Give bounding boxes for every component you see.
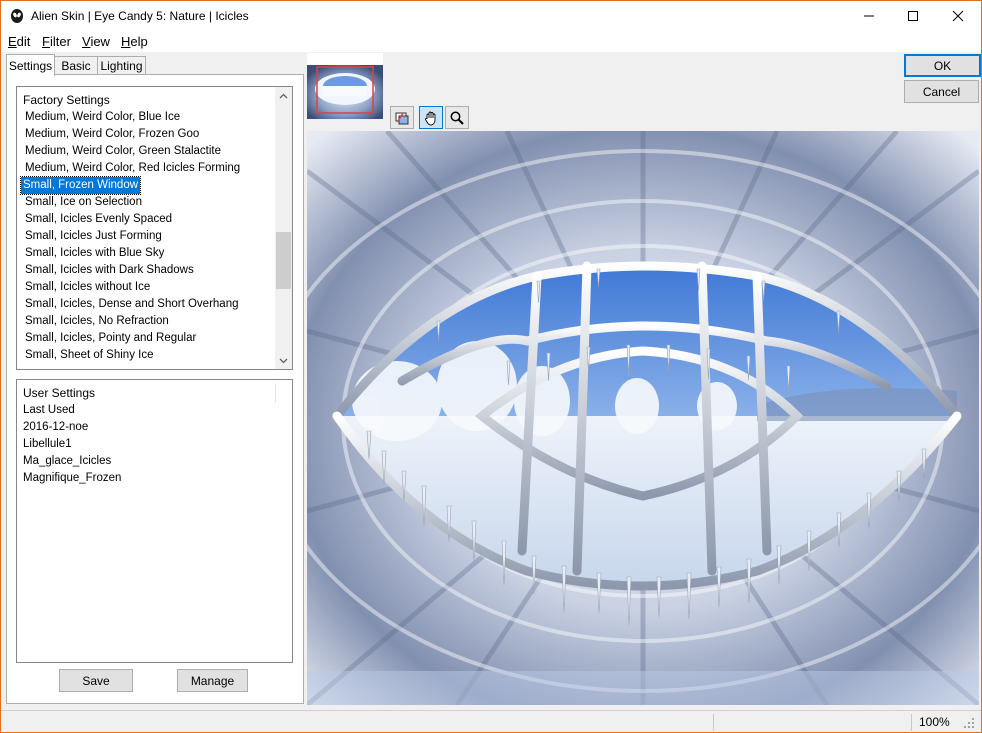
menu-filter[interactable]: Filter	[42, 34, 71, 49]
app-window: Alien Skin | Eye Candy 5: Nature | Icicl…	[0, 0, 982, 733]
factory-setting-item[interactable]: Small, Icicles Evenly Spaced	[21, 211, 244, 228]
factory-setting-label: Small, Icicles Just Forming	[25, 230, 162, 242]
settings-tab-content: Factory Settings Medium, Weird Color, Bl…	[6, 74, 304, 704]
scroll-up-icon[interactable]	[275, 87, 292, 104]
factory-setting-label: Small, Icicles Evenly Spaced	[25, 213, 173, 225]
factory-setting-label: Small, Icicles, Pointy and Regular	[25, 332, 197, 344]
factory-setting-label: Small, Icicles, Dense and Short Overhang	[25, 298, 239, 310]
menu-view-label: iew	[90, 34, 110, 49]
factory-setting-item[interactable]: Small, Sheet of Shiny Ice	[21, 347, 244, 364]
navigator-thumbnail[interactable]	[307, 53, 383, 119]
factory-setting-item[interactable]: Small, Ice on Selection	[21, 194, 244, 211]
status-divider	[713, 714, 714, 731]
factory-setting-item[interactable]: Medium, Weird Color, Blue Ice	[21, 109, 244, 126]
factory-settings-items: Medium, Weird Color, Blue Ice Medium, Wei…	[19, 109, 244, 364]
tab-basic[interactable]: Basic	[54, 56, 98, 75]
cancel-button[interactable]: Cancel	[904, 80, 979, 103]
preview-canvas[interactable]	[307, 131, 979, 705]
resize-grip-icon[interactable]	[963, 717, 975, 729]
user-setting-item[interactable]: Ma_glace_Icicles	[21, 453, 123, 470]
user-setting-item[interactable]: Magnifique_Frozen	[21, 470, 123, 487]
icicles-preview-image	[307, 131, 979, 705]
factory-setting-label: Small, Icicles, No Refraction	[25, 315, 169, 327]
user-settings-list[interactable]: User Settings Last Used 2016-12-noe Libell…	[16, 379, 293, 663]
user-settings-items: Last Used 2016-12-noe Libellule1 Ma_glace_I…	[21, 402, 123, 487]
zoom-level: 100%	[919, 715, 950, 729]
user-setting-item[interactable]: Libellule1	[21, 436, 123, 453]
manage-button[interactable]: Manage	[177, 669, 248, 692]
header-divider	[275, 383, 276, 403]
menu-bar: Edit Filter View Help	[1, 31, 981, 52]
title-bar: Alien Skin | Eye Candy 5: Nature | Icicl…	[1, 1, 981, 31]
close-icon	[952, 10, 963, 22]
factory-scrollbar[interactable]	[275, 87, 292, 369]
menu-edit-label: dit	[16, 34, 31, 49]
hand-pan-icon	[425, 111, 436, 125]
user-setting-item[interactable]: Last Used	[21, 402, 123, 419]
zoom-tool-button[interactable]	[445, 106, 469, 129]
magnifier-icon	[450, 111, 464, 125]
factory-setting-item[interactable]: Small, Icicles without Ice	[21, 279, 244, 296]
tab-settings[interactable]: Settings	[6, 54, 55, 76]
alien-skin-logo-icon	[11, 9, 23, 23]
menu-filter-label: ilter	[49, 34, 71, 49]
factory-setting-item[interactable]: Small, Icicles with Blue Sky	[21, 245, 244, 262]
minimize-icon	[863, 15, 874, 17]
scroll-thumb[interactable]	[276, 232, 291, 289]
factory-setting-item[interactable]: Medium, Weird Color, Frozen Goo	[21, 126, 244, 143]
factory-setting-item[interactable]: Small, Icicles with Dark Shadows	[21, 262, 244, 279]
factory-setting-item[interactable]: Small, Icicles, No Refraction	[21, 313, 244, 330]
menu-help[interactable]: Help	[121, 34, 148, 49]
menu-edit[interactable]: Edit	[8, 34, 30, 49]
ok-button[interactable]: OK	[904, 54, 981, 77]
navigator-icon	[395, 112, 409, 124]
menu-help-label: elp	[130, 34, 148, 49]
factory-settings-list[interactable]: Factory Settings Medium, Weird Color, Bl…	[16, 86, 293, 370]
user-settings-header: User Settings	[23, 386, 96, 400]
menu-view[interactable]: View	[82, 34, 110, 49]
status-divider	[911, 714, 912, 731]
menu-help-accesskey: H	[121, 34, 131, 49]
factory-setting-label: Small, Frozen Window	[19, 176, 142, 195]
factory-setting-item[interactable]: Medium, Weird Color, Green Stalactite	[21, 143, 244, 160]
hand-tool-button[interactable]	[419, 106, 443, 129]
factory-setting-item[interactable]: Small, Icicles Just Forming	[21, 228, 244, 245]
navigator-tool-button[interactable]	[390, 106, 414, 129]
factory-setting-label: Small, Icicles without Ice	[25, 281, 151, 293]
status-bar: 100%	[1, 710, 981, 732]
maximize-icon	[907, 11, 918, 21]
scroll-down-icon[interactable]	[275, 352, 292, 369]
window-title: Alien Skin | Eye Candy 5: Nature | Icicl…	[31, 9, 249, 23]
close-button[interactable]	[935, 1, 980, 31]
factory-setting-label: Medium, Weird Color, Green Stalactite	[25, 145, 222, 157]
factory-setting-label: Medium, Weird Color, Blue Ice	[25, 111, 181, 123]
maximize-button[interactable]	[890, 1, 935, 31]
factory-setting-item[interactable]: Small, Frozen Window	[19, 176, 244, 195]
factory-setting-item[interactable]: Small, Icicles, Dense and Short Overhang	[21, 296, 244, 313]
factory-setting-label: Medium, Weird Color, Red Icicles Forming	[25, 162, 241, 174]
settings-panel: Settings Basic Lighting Factory Settings…	[2, 52, 304, 704]
factory-setting-item[interactable]: Medium, Weird Color, Red Icicles Forming	[21, 160, 244, 177]
factory-setting-label: Small, Icicles with Dark Shadows	[25, 264, 194, 276]
factory-setting-label: Small, Ice on Selection	[25, 196, 142, 208]
factory-setting-item[interactable]: Small, Icicles, Pointy and Regular	[21, 330, 244, 347]
user-setting-item[interactable]: 2016-12-noe	[21, 419, 123, 436]
factory-setting-label: Medium, Weird Color, Frozen Goo	[25, 128, 200, 140]
menu-edit-accesskey: E	[8, 34, 17, 49]
factory-setting-label: Small, Icicles with Blue Sky	[25, 247, 165, 259]
save-button[interactable]: Save	[59, 669, 133, 692]
menu-filter-accesskey: F	[42, 34, 50, 49]
factory-setting-label: Small, Sheet of Shiny Ice	[25, 349, 154, 361]
tab-lighting[interactable]: Lighting	[97, 56, 146, 75]
factory-settings-header: Factory Settings	[23, 93, 110, 107]
minimize-button[interactable]	[846, 1, 891, 31]
